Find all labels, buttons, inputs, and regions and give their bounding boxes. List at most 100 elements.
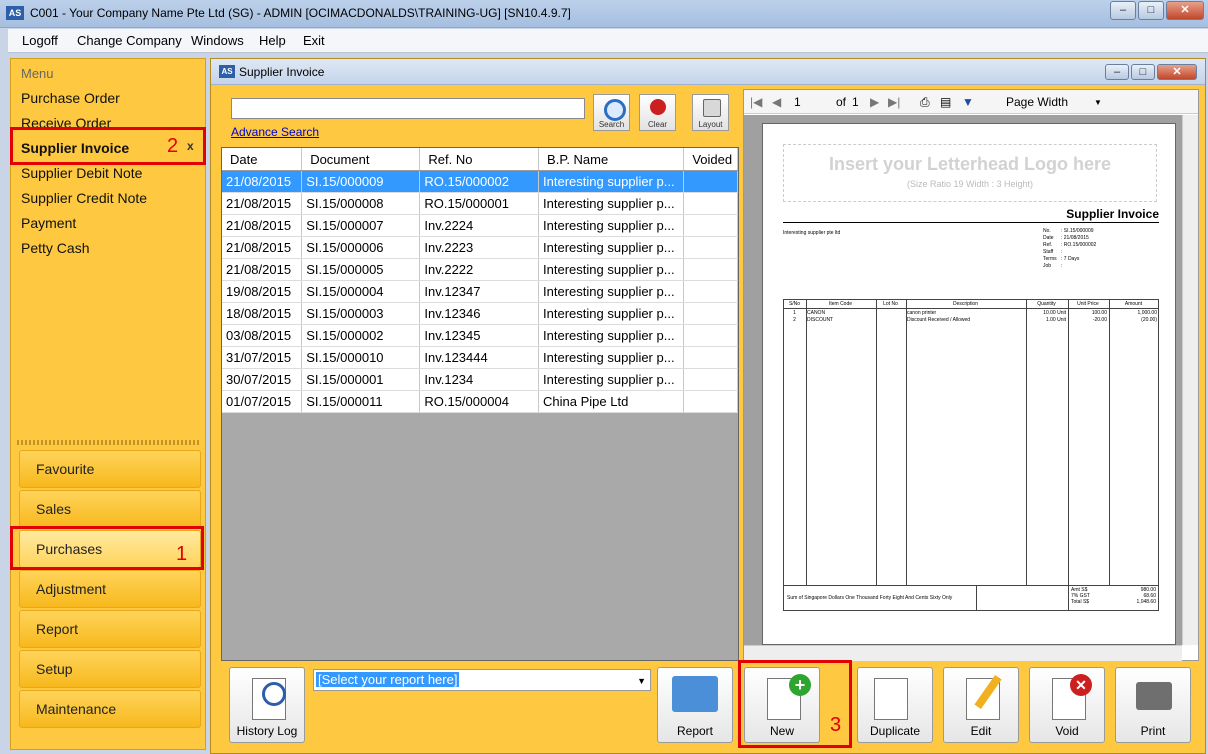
table-cell: Interesting supplier p... xyxy=(538,214,685,237)
menu-windows[interactable]: Windows xyxy=(191,33,244,48)
table-cell: 19/08/2015 xyxy=(222,280,303,303)
preview-column-header: Quantity xyxy=(1037,301,1056,307)
table-row[interactable]: 21/08/2015 SI.15/000006 Inv.2223 Interestin… xyxy=(222,236,738,259)
child-minimize-button[interactable]: – xyxy=(1105,64,1129,80)
preview-line-cell: 2 xyxy=(793,317,796,323)
table-cell: Inv.2224 xyxy=(419,214,540,237)
meta-row: No.: SI.15/000009 xyxy=(1043,228,1163,235)
meta-row: Terms: 7 Days xyxy=(1043,256,1163,263)
prev-page-icon[interactable]: ◀ xyxy=(772,95,781,109)
column-document[interactable]: Document xyxy=(301,148,421,171)
invoice-grid: Date Document Ref. No B.P. Name Voided 2… xyxy=(221,147,739,661)
column-bp-name[interactable]: B.P. Name xyxy=(538,148,685,171)
table-cell xyxy=(683,280,738,303)
table-cell xyxy=(683,302,738,325)
table-cell: 31/07/2015 xyxy=(222,346,303,369)
close-button[interactable]: ✕ xyxy=(1166,1,1204,20)
zoom-dropdown-icon[interactable]: ▼ xyxy=(1094,98,1102,107)
nav-supplier-debit-note[interactable]: Supplier Debit Note xyxy=(21,165,142,181)
printer-icon xyxy=(1136,682,1172,710)
maximize-button[interactable]: □ xyxy=(1138,1,1164,20)
preview-horizontal-scrollbar[interactable] xyxy=(744,645,1182,661)
table-row[interactable]: 21/08/2015 SI.15/000008 RO.15/000001 Intere… xyxy=(222,192,738,215)
footer-divider xyxy=(976,585,977,610)
void-button[interactable]: ✕ Void xyxy=(1029,667,1105,743)
table-cell: 03/08/2015 xyxy=(222,324,303,347)
column-ref-no[interactable]: Ref. No xyxy=(419,148,540,171)
nav-supplier-credit-note[interactable]: Supplier Credit Note xyxy=(21,190,147,206)
page-number-field[interactable]: 1 xyxy=(794,95,801,109)
meta-value: : SI.15/000009 xyxy=(1061,228,1094,234)
column-rule xyxy=(806,300,807,585)
menu-logoff[interactable]: Logoff xyxy=(22,33,58,48)
menu-help[interactable]: Help xyxy=(259,33,286,48)
table-row[interactable]: 03/08/2015 SI.15/000002 Inv.12345 Interesti… xyxy=(222,324,738,347)
preview-vertical-scrollbar[interactable] xyxy=(1182,115,1198,645)
section-maintenance[interactable]: Maintenance xyxy=(19,690,201,728)
section-sales[interactable]: Sales xyxy=(19,490,201,528)
preview-line-cell: 1.00 Unit xyxy=(1045,317,1066,323)
meta-label: Staff xyxy=(1043,249,1054,255)
annotation-label-2: 2 xyxy=(167,135,179,157)
print-preview-icon[interactable]: ⎙ xyxy=(920,95,930,110)
table-row[interactable]: 21/08/2015 SI.15/000005 Inv.2222 Interestin… xyxy=(222,258,738,281)
zoom-select[interactable]: Page Width xyxy=(1006,95,1068,109)
section-adjustment[interactable]: Adjustment xyxy=(19,570,201,608)
footer-divider xyxy=(1068,585,1069,610)
nav-purchase-order[interactable]: Purchase Order xyxy=(21,90,120,106)
table-cell: China Pipe Ltd xyxy=(538,390,685,413)
child-restore-button[interactable]: □ xyxy=(1131,64,1155,80)
table-row[interactable]: 31/07/2015 SI.15/000010 Inv.123444 Interest… xyxy=(222,346,738,369)
meta-label: Terms xyxy=(1043,256,1057,262)
table-cell: Inv.12345 xyxy=(419,324,540,347)
next-page-icon[interactable]: ▶ xyxy=(870,95,879,109)
print-button[interactable]: Print xyxy=(1115,667,1191,743)
table-cell: 30/07/2015 xyxy=(222,368,303,391)
table-cell: 21/08/2015 xyxy=(222,258,303,281)
column-date[interactable]: Date xyxy=(222,148,303,171)
child-title: Supplier Invoice xyxy=(239,65,325,79)
table-row[interactable]: 19/08/2015 SI.15/000004 Inv.12347 Interesti… xyxy=(222,280,738,303)
table-row[interactable]: 21/08/2015 SI.15/000007 Inv.2224 Interestin… xyxy=(222,214,738,237)
layout-button[interactable]: Layout xyxy=(692,94,729,131)
preview-column-header: S/No xyxy=(788,301,801,307)
table-row[interactable]: 21/08/2015 SI.15/000009 RO.15/000002 Intere… xyxy=(222,170,738,193)
last-page-icon[interactable]: ▶| xyxy=(888,95,900,109)
nav-payment[interactable]: Payment xyxy=(21,215,76,231)
splitter-grip[interactable] xyxy=(17,440,201,445)
page-setup-icon[interactable]: ▤ xyxy=(940,95,951,109)
duplicate-button[interactable]: Duplicate xyxy=(857,667,933,743)
table-row[interactable]: 30/07/2015 SI.15/000001 Inv.1234 Interestin… xyxy=(222,368,738,391)
table-cell xyxy=(683,258,738,281)
letterhead-placeholder: Insert your Letterhead Logo here (Size R… xyxy=(783,144,1157,202)
meta-row: Staff: xyxy=(1043,249,1163,256)
menu-exit[interactable]: Exit xyxy=(303,33,325,48)
table-cell: SI.15/000005 xyxy=(301,258,421,281)
table-cell: SI.15/000008 xyxy=(301,192,421,215)
preview-column-header: Lot No xyxy=(883,301,898,307)
minimize-button[interactable]: – xyxy=(1110,1,1136,20)
clear-button[interactable]: Clear xyxy=(639,94,676,131)
export-icon[interactable]: ▼ xyxy=(962,95,974,109)
supplier-name: Interesting supplier pte ltd xyxy=(783,230,841,236)
first-page-icon[interactable]: |◀ xyxy=(750,95,762,109)
section-favourite[interactable]: Favourite xyxy=(19,450,201,488)
search-button[interactable]: Search xyxy=(593,94,630,131)
table-row[interactable]: 18/08/2015 SI.15/000003 Inv.12346 Interesti… xyxy=(222,302,738,325)
meta-value: : RO.15/000002 xyxy=(1061,242,1097,248)
advance-search-link[interactable]: Advance Search xyxy=(231,125,319,139)
search-input[interactable] xyxy=(231,98,585,119)
report-select[interactable]: [Select your report here] ▼ xyxy=(313,669,651,691)
menu-change-company[interactable]: Change Company xyxy=(77,33,182,48)
column-voided[interactable]: Voided xyxy=(683,148,738,171)
section-setup[interactable]: Setup xyxy=(19,650,201,688)
table-cell: Inv.2223 xyxy=(419,236,540,259)
preview-column-header: Unit Price xyxy=(1077,301,1099,307)
history-log-button[interactable]: History Log xyxy=(229,667,305,743)
edit-button[interactable]: Edit xyxy=(943,667,1019,743)
table-row[interactable]: 01/07/2015 SI.15/000011 RO.15/000004 China … xyxy=(222,390,738,413)
report-button[interactable]: Report xyxy=(657,667,733,743)
child-close-button[interactable]: ✕ xyxy=(1157,64,1197,80)
section-report[interactable]: Report xyxy=(19,610,201,648)
nav-petty-cash[interactable]: Petty Cash xyxy=(21,240,89,256)
